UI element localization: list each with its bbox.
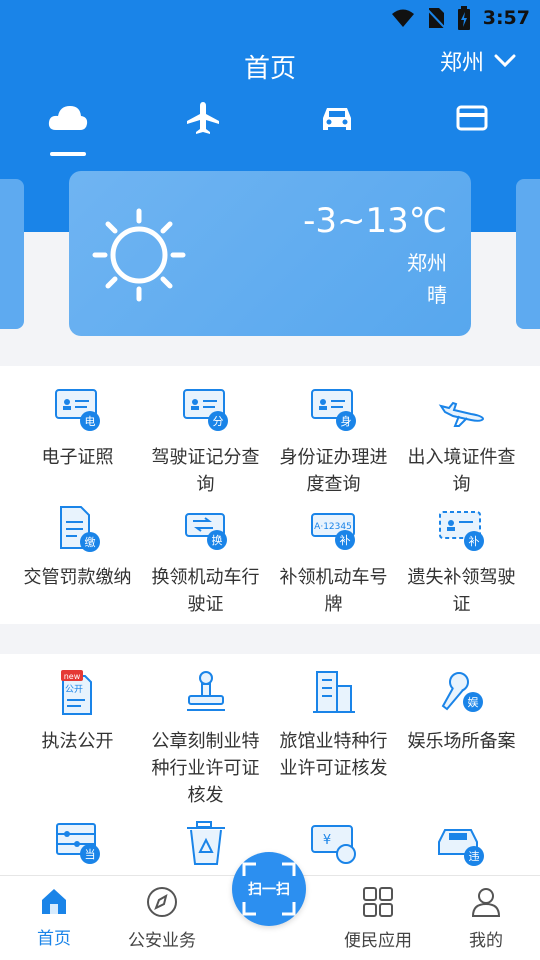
- service-entertainment-filing[interactable]: 娱 娱乐场所备案: [394, 668, 529, 755]
- svg-text:换: 换: [211, 533, 222, 547]
- nav-convenience-apps[interactable]: 便民应用: [328, 886, 428, 951]
- nav-police-services[interactable]: 公安业务: [112, 886, 212, 951]
- service-law-enforcement[interactable]: new 公开 执法公开: [10, 668, 145, 755]
- nav-label: 便民应用: [344, 931, 412, 951]
- service-grid-secondary: new 公开 执法公开 公章刻制业特种行业许可证核发 旅馆业特种行业许可证核发 娱…: [0, 654, 540, 875]
- driver-license-icon: 分: [182, 389, 228, 431]
- nav-profile[interactable]: 我的: [436, 886, 536, 951]
- city-label: 郑州: [439, 51, 484, 76]
- money-card-icon: ¥: [310, 825, 356, 864]
- license-replace-icon: 补: [438, 511, 484, 551]
- license-exchange-icon: 换: [184, 513, 227, 550]
- weather-card[interactable]: -3~13℃ 郑州 晴: [69, 171, 471, 336]
- stamp-icon: [186, 671, 225, 711]
- user-icon: [471, 888, 501, 917]
- svg-text:公开: 公开: [64, 684, 82, 695]
- svg-text:缴: 缴: [84, 535, 95, 549]
- svg-text:身: 身: [340, 414, 351, 428]
- building-icon: [312, 671, 355, 713]
- service-label: 驾驶证记分查询: [151, 447, 260, 495]
- scan-frame-icon: [242, 862, 296, 916]
- card-icon: [456, 105, 488, 131]
- service-id-progress[interactable]: 身 身份证办理进度查询: [266, 384, 401, 498]
- service-label: 出入境证件查询: [407, 447, 516, 495]
- service-label: 补领机动车号牌: [279, 567, 388, 615]
- service-hotel-license[interactable]: 旅馆业特种行业许可证核发: [266, 668, 401, 782]
- service-label: 公章刻制业特种行业许可证核发: [151, 731, 260, 806]
- nav-label: 我的: [469, 931, 503, 951]
- public-notice-icon: new 公开: [60, 670, 92, 715]
- service-seal-license[interactable]: 公章刻制业特种行业许可证核发: [138, 668, 273, 809]
- service-label: 交管罚款缴纳: [23, 567, 132, 588]
- service-lost-license[interactable]: 补 遗失补领驾驶证: [394, 504, 529, 618]
- category-tabs: [0, 98, 540, 158]
- temperature-range: -3~13℃: [303, 201, 447, 241]
- weather-condition: 晴: [427, 283, 447, 307]
- id-card-icon: 电: [54, 389, 100, 431]
- compass-icon: [147, 887, 177, 917]
- svg-text:new: new: [63, 672, 80, 681]
- tab-card[interactable]: [447, 98, 497, 138]
- service-label: 娱乐场所备案: [407, 731, 516, 752]
- service-renew-registration[interactable]: 换 换领机动车行驶证: [138, 504, 273, 618]
- service-fine-payment[interactable]: 缴 交管罚款缴纳: [10, 504, 145, 591]
- car-violation-icon: 违: [437, 829, 484, 866]
- service-label: 遗失补领驾驶证: [407, 567, 516, 615]
- next-card-edge[interactable]: [516, 179, 540, 329]
- scan-button[interactable]: 扫一扫: [232, 852, 306, 926]
- service-label: 电子证照: [41, 447, 114, 468]
- id-card-icon: 身: [310, 389, 356, 431]
- battery-icon: [457, 6, 470, 30]
- service-license-points[interactable]: 分 驾驶证记分查询: [138, 384, 273, 498]
- airplane-icon: [187, 102, 219, 134]
- svg-text:电: 电: [84, 415, 95, 428]
- apps-grid-icon: [363, 887, 393, 917]
- abacus-icon: 当: [55, 823, 100, 864]
- airplane-icon: [438, 401, 484, 427]
- service-pawn[interactable]: 当: [10, 820, 145, 880]
- city-selector[interactable]: 郑州: [440, 45, 516, 77]
- weather-city: 郑州: [407, 251, 447, 275]
- status-bar: 3:57: [0, 0, 540, 36]
- document-icon: 缴: [59, 506, 100, 552]
- home-icon: [42, 889, 66, 914]
- nav-label: 首页: [37, 929, 71, 949]
- title-bar: 首页 郑州: [0, 40, 540, 90]
- svg-text:当: 当: [84, 847, 95, 861]
- svg-text:补: 补: [468, 535, 479, 548]
- microphone-icon: 娱: [441, 672, 483, 712]
- tab-weather[interactable]: [43, 98, 93, 138]
- recycle-bin-icon: [186, 821, 225, 865]
- svg-text:违: 违: [468, 850, 479, 863]
- prev-card-edge[interactable]: [0, 179, 24, 329]
- tab-car[interactable]: [312, 98, 362, 138]
- service-violation[interactable]: 违: [394, 820, 529, 880]
- tab-flight[interactable]: [178, 98, 228, 138]
- chevron-down-icon: [494, 54, 516, 68]
- service-label: 旅馆业特种行业许可证核发: [279, 731, 388, 779]
- svg-text:补: 补: [339, 534, 350, 547]
- service-exit-entry[interactable]: 出入境证件查询: [394, 384, 529, 498]
- car-icon: [323, 108, 351, 130]
- license-plate-icon: A·12345补: [310, 513, 355, 550]
- svg-text:娱: 娱: [467, 695, 478, 709]
- cloud-icon: [48, 106, 88, 130]
- nav-label: 公安业务: [128, 931, 196, 951]
- service-label: 执法公开: [41, 731, 114, 752]
- nav-home[interactable]: 首页: [4, 886, 104, 949]
- tab-indicator: [50, 152, 86, 156]
- clock-time: 3:57: [482, 7, 530, 29]
- sun-icon: [92, 208, 186, 302]
- service-label: 身份证办理进度查询: [279, 447, 388, 495]
- svg-text:¥: ¥: [322, 833, 330, 848]
- svg-text:分: 分: [212, 415, 223, 428]
- service-label: 换领机动车行驶证: [151, 567, 260, 615]
- service-replace-plate[interactable]: A·12345 补 补领机动车号牌: [266, 504, 401, 618]
- wifi-icon: [391, 9, 414, 27]
- no-sim-icon: [426, 8, 445, 29]
- service-grid-primary: 电 电子证照 分 驾驶证记分查询 身 身份证办理进度查询 出入境证件查询 缴 交…: [0, 366, 540, 624]
- service-e-license[interactable]: 电 电子证照: [10, 384, 145, 471]
